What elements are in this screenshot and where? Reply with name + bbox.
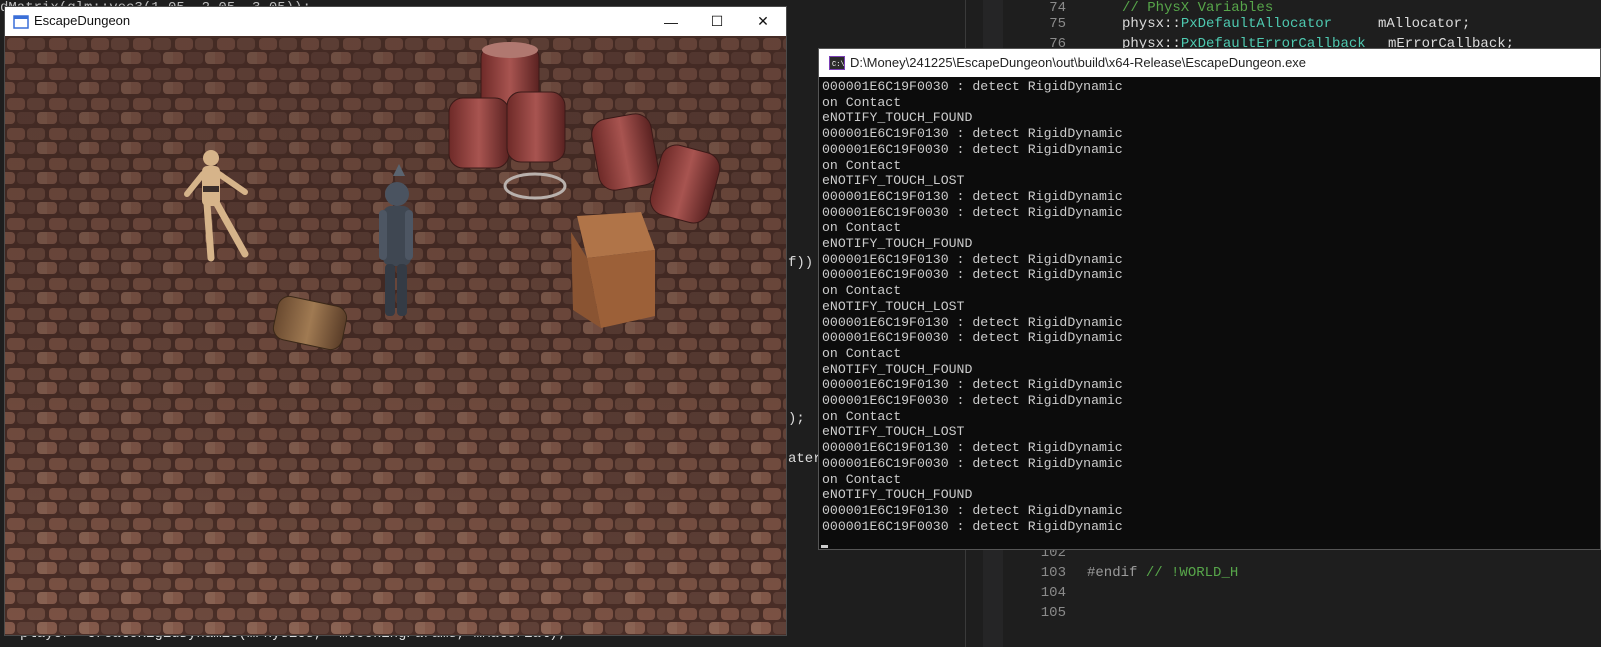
line-number: 103 [1040, 565, 1066, 581]
line-number: 104 [1040, 585, 1066, 601]
character-belt [203, 186, 219, 192]
character-head [385, 182, 409, 206]
code-comment: // !WORLD_H [1145, 565, 1239, 581]
console-line: on Contact [822, 471, 902, 487]
console-line: 000001E6C19F0130 : detect RigidDynamic [822, 502, 1123, 518]
console-line: 000001E6C19F0030 : detect RigidDynamic [822, 267, 1123, 283]
console-output[interactable]: 000001E6C19F0030 : detect RigidDynamic on… [822, 79, 1592, 549]
console-line: 000001E6C19F0130 : detect RigidDynamic [822, 188, 1123, 204]
console-window[interactable]: C:\ D:\Money\241225\EscapeDungeon\out\bu… [818, 48, 1601, 550]
console-line: 000001E6C19F0030 : detect RigidDynamic [822, 141, 1123, 157]
console-line: 000001E6C19F0130 : detect RigidDynamic [822, 440, 1123, 456]
close-button[interactable]: ✕ [740, 7, 786, 36]
maximize-icon: ☐ [710, 13, 724, 29]
console-line: on Contact [822, 283, 902, 299]
minimize-button[interactable]: — [648, 7, 694, 36]
code-member: mAllocator; [1378, 16, 1471, 32]
console-line: 000001E6C19F0130 : detect RigidDynamic [822, 314, 1123, 330]
floor-shading [5, 36, 786, 635]
game-window[interactable]: EscapeDungeon — ☐ ✕ [4, 6, 787, 636]
console-icon: C:\ [829, 56, 845, 70]
minimize-icon: — [664, 13, 678, 30]
console-line: 000001E6C19F0030 : detect RigidDynamic [822, 330, 1123, 346]
console-line: 000001E6C19F0130 : detect RigidDynamic [822, 377, 1123, 393]
game-scene [5, 36, 786, 635]
wooden-crate [571, 212, 655, 328]
code-line-75: physx::PxDefaultAllocator [1122, 16, 1332, 32]
console-line: 000001E6C19F0030 : detect RigidDynamic [822, 518, 1123, 534]
code-fragment-right-3: ater [788, 451, 822, 467]
line-number: 75 [1049, 16, 1066, 32]
code-namespace: physx:: [1122, 16, 1181, 32]
barrel [448, 97, 510, 169]
console-line: on Contact [822, 157, 902, 173]
console-line: 000001E6C19F0130 : detect RigidDynamic [822, 251, 1123, 267]
console-line: 000001E6C19F0030 : detect RigidDynamic [822, 455, 1123, 471]
code-comment: // PhysX Variables [1122, 0, 1274, 16]
console-line: eNOTIFY_TOUCH_LOST [822, 298, 965, 314]
character-arm [379, 210, 387, 260]
console-line: eNOTIFY_TOUCH_LOST [822, 173, 965, 189]
character-leg [385, 264, 395, 316]
code-preprocessor: #endif [1087, 565, 1138, 581]
game-titlebar[interactable]: EscapeDungeon — ☐ ✕ [5, 7, 786, 36]
app-icon [13, 15, 29, 29]
console-line: on Contact [822, 220, 902, 236]
barrel [591, 113, 659, 191]
maximize-button[interactable]: ☐ [694, 7, 740, 36]
character-arm [405, 210, 413, 260]
line-number: 74 [1049, 0, 1066, 16]
code-line-103: #endif // !WORLD_H [1087, 565, 1238, 581]
console-line: 000001E6C19F0030 : detect RigidDynamic [822, 79, 1123, 94]
console-line: 000001E6C19F0030 : detect RigidDynamic [822, 393, 1123, 409]
console-line: eNOTIFY_TOUCH_LOST [822, 424, 965, 440]
character-head [203, 150, 219, 166]
code-type: PxDefaultAllocator [1180, 16, 1333, 32]
console-line: eNOTIFY_TOUCH_FOUND [822, 487, 973, 503]
console-line: on Contact [822, 408, 902, 424]
console-line: eNOTIFY_TOUCH_FOUND [822, 361, 973, 377]
crate-top [577, 212, 655, 258]
code-fragment-right-2: ); [788, 411, 805, 427]
character-leg [397, 264, 407, 316]
console-titlebar[interactable]: C:\ D:\Money\241225\EscapeDungeon\out\bu… [819, 49, 1600, 77]
line-number: 105 [1040, 605, 1066, 621]
console-line: eNOTIFY_TOUCH_FOUND [822, 110, 973, 126]
console-line: on Contact [822, 94, 902, 110]
code-fragment-right-1: f)) [788, 255, 814, 271]
barrel [506, 91, 566, 163]
console-line: on Contact [822, 345, 902, 361]
close-icon: ✕ [757, 13, 769, 29]
console-cursor [821, 545, 828, 548]
barrel-lid [482, 42, 538, 58]
console-line: eNOTIFY_TOUCH_FOUND [822, 236, 973, 252]
console-line: 000001E6C19F0030 : detect RigidDynamic [822, 204, 1123, 220]
game-viewport[interactable] [5, 36, 786, 635]
character-leg [203, 200, 215, 262]
console-line: 000001E6C19F0130 : detect RigidDynamic [822, 126, 1123, 142]
console-title: D:\Money\241225\EscapeDungeon\out\build\… [850, 55, 1307, 70]
window-title: EscapeDungeon [34, 13, 131, 28]
svg-text:C:\: C:\ [832, 61, 845, 69]
